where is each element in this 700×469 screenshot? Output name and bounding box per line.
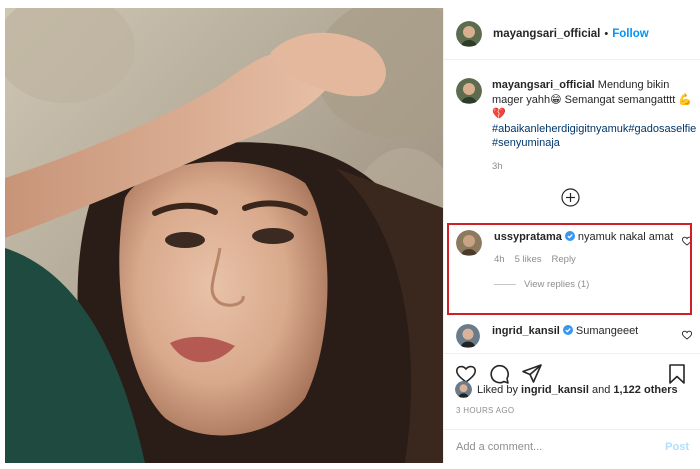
post-photo[interactable] [5,8,443,463]
liker-avatar[interactable] [455,381,472,398]
comment-meta: 4h 5 likes Reply [494,254,684,265]
likes-others[interactable]: 1,122 others [613,384,677,396]
comment-like-heart-icon[interactable] [682,236,692,246]
caption-hashtags[interactable]: #abaikanleherdigigitnyamuk#gadosaselfie#… [492,123,696,150]
load-more-comments-button[interactable] [561,188,580,207]
post-header: mayangsari_official • Follow [444,8,700,60]
separator-dot: • [604,27,609,40]
comment-time: 4h [494,254,505,265]
follow-button[interactable]: Follow [612,28,648,40]
caption-text-block: mayangsari_official Mendung bikin mager … [492,78,698,151]
comment-item: ingrid_kansil Sumangeeet [456,324,692,348]
plus-circle-icon [561,188,580,207]
comment-text-block: ussypratama nyamuk nakal amat [494,230,684,245]
post-date: 3 HOURS AGO [456,406,515,415]
author-username[interactable]: mayangsari_official [493,28,600,40]
view-replies-button[interactable]: View replies (1) [494,279,684,290]
verified-badge-icon [564,231,575,241]
add-comment-input[interactable] [456,440,666,453]
comment-reply-button[interactable]: Reply [552,254,576,265]
comment-item: ussypratama nyamuk nakal amat 4h 5 likes … [456,230,692,290]
comment-username[interactable]: ussypratama [494,231,562,243]
add-comment-bar: Post [444,429,700,463]
comment-like-heart-icon[interactable] [682,330,692,340]
comment-body: Sumangeeet [575,325,639,337]
post-comment-button[interactable]: Post [665,441,689,453]
likes-conjunction: and [591,383,611,396]
caption-username[interactable]: mayangsari_official [492,79,595,91]
view-replies-label: View replies (1) [524,279,590,290]
caption-time: 3h [492,160,503,172]
comment-username[interactable]: ingrid_kansil [492,325,560,337]
comment-body: nyamuk nakal amat [577,231,674,243]
selfie-image [5,8,443,463]
caption-avatar[interactable] [456,78,482,104]
author-avatar[interactable] [456,20,482,47]
commenter-avatar[interactable] [456,324,480,348]
commenter-avatar[interactable] [456,230,482,256]
likes-prefix: Liked by [477,383,518,396]
verified-badge-icon [562,325,573,335]
likes-summary: Liked by ingrid_kansil and 1,122 others [455,381,678,398]
post-side-panel: mayangsari_official • Follow mayangsari_… [443,8,700,463]
post-caption: mayangsari_official Mendung bikin mager … [456,78,696,172]
comment-text-block: ingrid_kansil Sumangeeet [492,324,682,339]
likes-user[interactable]: ingrid_kansil [521,384,589,396]
replies-divider [494,284,516,285]
comment-likes[interactable]: 5 likes [515,254,542,265]
